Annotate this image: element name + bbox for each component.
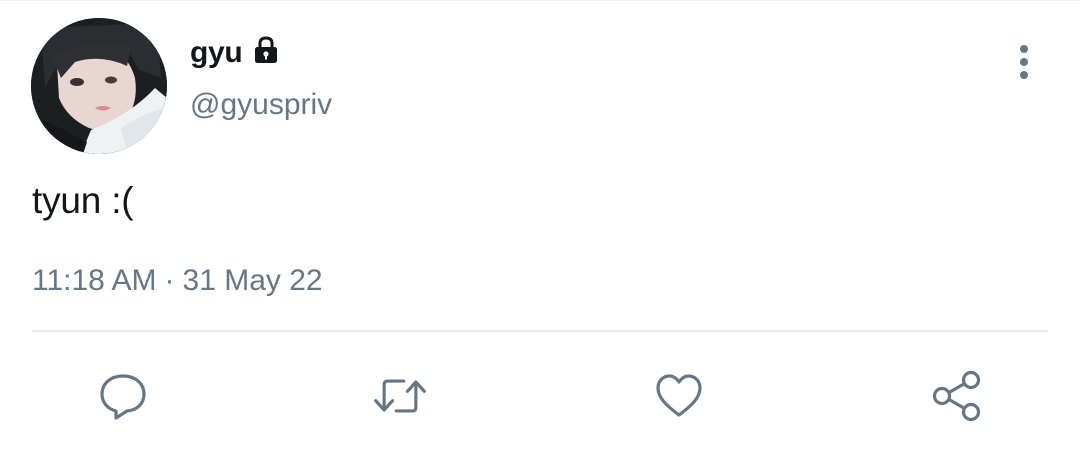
divider — [32, 330, 1048, 332]
tweet-time: 11:18 AM — [32, 264, 157, 297]
top-border — [0, 0, 1080, 1]
retweet-arrows-icon — [374, 379, 426, 413]
timestamp-separator: · — [164, 264, 175, 297]
vertical-dots-icon — [1020, 45, 1028, 79]
share-button[interactable] — [929, 368, 985, 424]
tweet-date: 31 May 22 — [182, 264, 323, 297]
lock-icon — [250, 34, 282, 66]
author-name-row[interactable]: gyu — [190, 33, 282, 73]
like-button[interactable] — [651, 368, 707, 424]
more-options-button[interactable] — [1004, 40, 1044, 84]
display-name[interactable]: gyu — [190, 36, 243, 70]
avatar[interactable] — [31, 18, 167, 154]
tweet-text: tyun :( — [32, 180, 134, 221]
tweet-timestamp[interactable]: 11:18 AM · 31 May 22 — [32, 264, 323, 298]
retweet-button[interactable] — [372, 368, 428, 424]
heart-icon — [656, 374, 702, 417]
reply-button[interactable] — [95, 368, 151, 424]
speech-bubble-icon — [100, 374, 146, 420]
user-handle[interactable]: @gyuspriv — [190, 88, 332, 122]
share-nodes-icon — [932, 370, 981, 422]
